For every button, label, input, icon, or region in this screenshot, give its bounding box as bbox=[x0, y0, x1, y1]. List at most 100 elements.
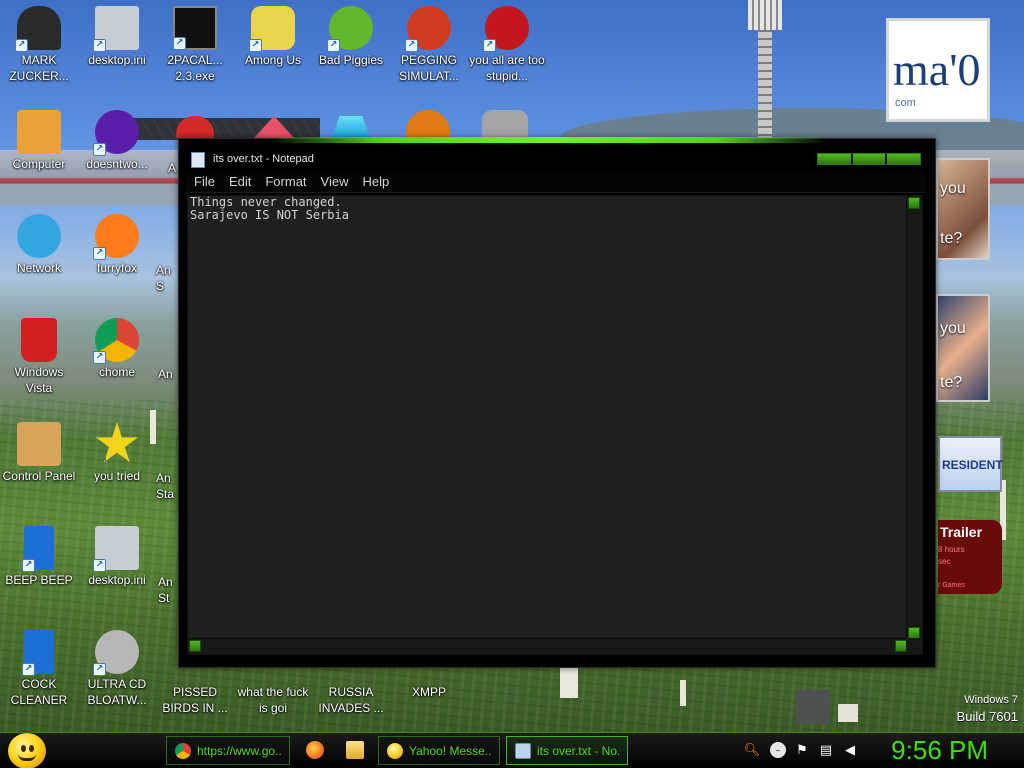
gear-icon[interactable] bbox=[482, 110, 528, 138]
firefox-icon[interactable] bbox=[306, 741, 324, 759]
messenger-icon[interactable]: – bbox=[770, 742, 786, 758]
network-icon[interactable]: ▤ bbox=[818, 742, 834, 758]
horizontal-scrollbar[interactable] bbox=[188, 638, 908, 654]
desktop-icon[interactable]: ↗ Among Us bbox=[234, 6, 312, 68]
desktop-icon[interactable]: ↗ PEGGING SIMULAT... bbox=[390, 6, 468, 84]
minimize-button[interactable] bbox=[818, 154, 851, 164]
desktop-icon[interactable]: ↗ ULTRA CD BLOATW... bbox=[78, 630, 156, 708]
document-text[interactable]: Things never changed. Sarajevo IS NOT Se… bbox=[190, 196, 349, 222]
settings-file-icon: ↗ bbox=[93, 6, 139, 52]
desktop-icon-partial[interactable]: An St bbox=[158, 574, 178, 606]
desktop-icon[interactable]: ↗ 2PACAL... 2.3.exe bbox=[156, 6, 234, 84]
photo-caption: you bbox=[940, 180, 966, 197]
desktop-icon-label: Windows Vista bbox=[14, 365, 64, 395]
desktop-icon-partial[interactable]: An Sta bbox=[156, 470, 178, 502]
scroll-up-button[interactable] bbox=[908, 197, 920, 209]
desktop-icon[interactable]: ↗ chome bbox=[78, 318, 156, 380]
desktop-icon[interactable]: ↗ Bad Piggies bbox=[312, 6, 390, 68]
desktop-icon[interactable]: Windows Vista bbox=[0, 318, 78, 396]
shortcut-arrow-icon: ↗ bbox=[173, 37, 186, 50]
desktop-icon[interactable]: ↗ desktop.ini bbox=[78, 526, 156, 588]
shortcut-arrow-icon: ↗ bbox=[93, 39, 106, 52]
star-icon: ↗ bbox=[95, 422, 139, 463]
photo-gadget[interactable]: you te? bbox=[936, 294, 990, 402]
shortcut-arrow-icon: ↗ bbox=[93, 559, 106, 572]
resize-grip[interactable] bbox=[906, 638, 922, 654]
console-icon: ↗ bbox=[173, 6, 217, 50]
grave-marker bbox=[838, 704, 858, 722]
desktop-icon-partial[interactable]: An bbox=[158, 366, 178, 382]
window-titlebar[interactable]: its over.txt - Notepad bbox=[179, 145, 935, 173]
smiley-eye bbox=[21, 745, 26, 752]
desktop-icon[interactable]: ↗ furryfox bbox=[78, 214, 156, 276]
desktop-icon-label: Among Us bbox=[244, 53, 302, 67]
taskbar-clock[interactable]: 9:56 PM bbox=[891, 733, 988, 767]
windows-edition: Windows 7 bbox=[964, 694, 1018, 706]
mao-logo-gadget[interactable]: ma'0 com bbox=[886, 18, 990, 122]
notepad-icon bbox=[191, 152, 205, 168]
desktop-icon-partial[interactable]: An S bbox=[156, 262, 178, 294]
maximize-button[interactable] bbox=[852, 154, 886, 164]
shortcut-arrow-icon: ↗ bbox=[483, 39, 496, 52]
action-center-flag-icon[interactable]: ⚑ bbox=[794, 742, 810, 758]
taskbar-button-label: Yahoo! Messe... bbox=[409, 743, 491, 758]
shortcut-arrow-icon: ↗ bbox=[22, 559, 35, 572]
desktop-icon[interactable]: ↗ COCK CLEANER bbox=[0, 630, 78, 708]
menu-format[interactable]: Format bbox=[260, 173, 311, 192]
desktop-icon-label: MARK ZUCKER... bbox=[9, 53, 69, 83]
desktop-icon-label: Network bbox=[16, 261, 61, 275]
volume-icon[interactable]: ◀ bbox=[842, 742, 858, 758]
trailer-publisher: r Games bbox=[938, 582, 965, 589]
desktop-icon[interactable]: ↗ doesntwo... bbox=[78, 110, 156, 172]
desktop-icon[interactable]: ↗ MARK ZUCKER... bbox=[0, 6, 78, 84]
menu-view[interactable]: View bbox=[316, 173, 354, 192]
menu-file[interactable]: File bbox=[189, 173, 220, 192]
shortcut-arrow-icon: ↗ bbox=[15, 39, 28, 52]
desktop-icon[interactable]: Network bbox=[0, 214, 78, 276]
desktop-icon[interactable]: ↗ BEEP BEEP bbox=[0, 526, 78, 588]
person-icon: ↗ bbox=[15, 6, 61, 52]
search-icon[interactable]: 🔍︎ bbox=[744, 742, 761, 758]
text-editor-area[interactable]: Things never changed. Sarajevo IS NOT Se… bbox=[187, 195, 923, 655]
shortcut-arrow-icon: ↗ bbox=[22, 663, 35, 676]
scroll-left-button[interactable] bbox=[189, 640, 201, 652]
desktop-icon[interactable]: Control Panel bbox=[0, 422, 78, 484]
taskbar: https://www.go... Yahoo! Messe... its ov… bbox=[0, 732, 1024, 768]
window-top-glow bbox=[269, 137, 829, 143]
desktop-icon[interactable]: Computer bbox=[0, 110, 78, 172]
grave-marker bbox=[560, 668, 578, 698]
desktop-icon-label: ULTRA CD BLOATW... bbox=[87, 677, 147, 707]
photo-caption: te? bbox=[940, 374, 963, 391]
taskbar-button-notepad[interactable]: its over.txt - No... bbox=[506, 736, 628, 765]
desktop-icon[interactable]: ↗ you tried bbox=[78, 422, 156, 484]
photo-caption: you bbox=[940, 320, 966, 337]
trailer-gadget[interactable]: Trailer 8 hours sec r Games bbox=[938, 520, 1002, 594]
menu-edit[interactable]: Edit bbox=[224, 173, 256, 192]
close-button[interactable] bbox=[887, 154, 921, 164]
president-gadget[interactable]: RESIDENT bbox=[938, 436, 1003, 492]
notepad-window[interactable]: its over.txt - Notepad File Edit Format … bbox=[178, 137, 936, 668]
vertical-scrollbar[interactable] bbox=[906, 196, 922, 640]
shortcut-arrow-icon: ↗ bbox=[405, 39, 418, 52]
desktop-icon-label: XMPP bbox=[411, 685, 446, 699]
among-us-icon: ↗ bbox=[249, 6, 295, 52]
desktop-icon-label: what the fuck is goi bbox=[237, 685, 309, 715]
window-title: its over.txt - Notepad bbox=[213, 153, 314, 165]
settings-file-icon: ↗ bbox=[93, 526, 139, 572]
photo-gadget[interactable]: you te? bbox=[936, 158, 990, 260]
start-button[interactable] bbox=[8, 733, 46, 768]
taskbar-button-chrome[interactable]: https://www.go... bbox=[166, 736, 290, 765]
desktop-icon-label: PISSED BIRDS IN ... bbox=[162, 685, 228, 715]
menu-help[interactable]: Help bbox=[357, 173, 394, 192]
desktop-icon[interactable]: ↗ desktop.ini bbox=[78, 6, 156, 68]
desktop-icon[interactable]: ↗ you all are too stupid... bbox=[468, 6, 546, 84]
taskbar-button-yahoo[interactable]: Yahoo! Messe... bbox=[378, 736, 500, 765]
light-tower-top bbox=[748, 0, 782, 30]
mao-logo-sub: com bbox=[895, 97, 916, 109]
shortcut-arrow-icon: ↗ bbox=[93, 351, 106, 364]
trailer-hours: 8 hours bbox=[938, 545, 965, 554]
taskbar-button-label: its over.txt - No... bbox=[537, 743, 619, 758]
folder-icon[interactable] bbox=[346, 741, 364, 759]
desktop-icon-label: desktop.ini bbox=[88, 573, 146, 587]
devcpp-icon: ↗ bbox=[483, 6, 529, 52]
